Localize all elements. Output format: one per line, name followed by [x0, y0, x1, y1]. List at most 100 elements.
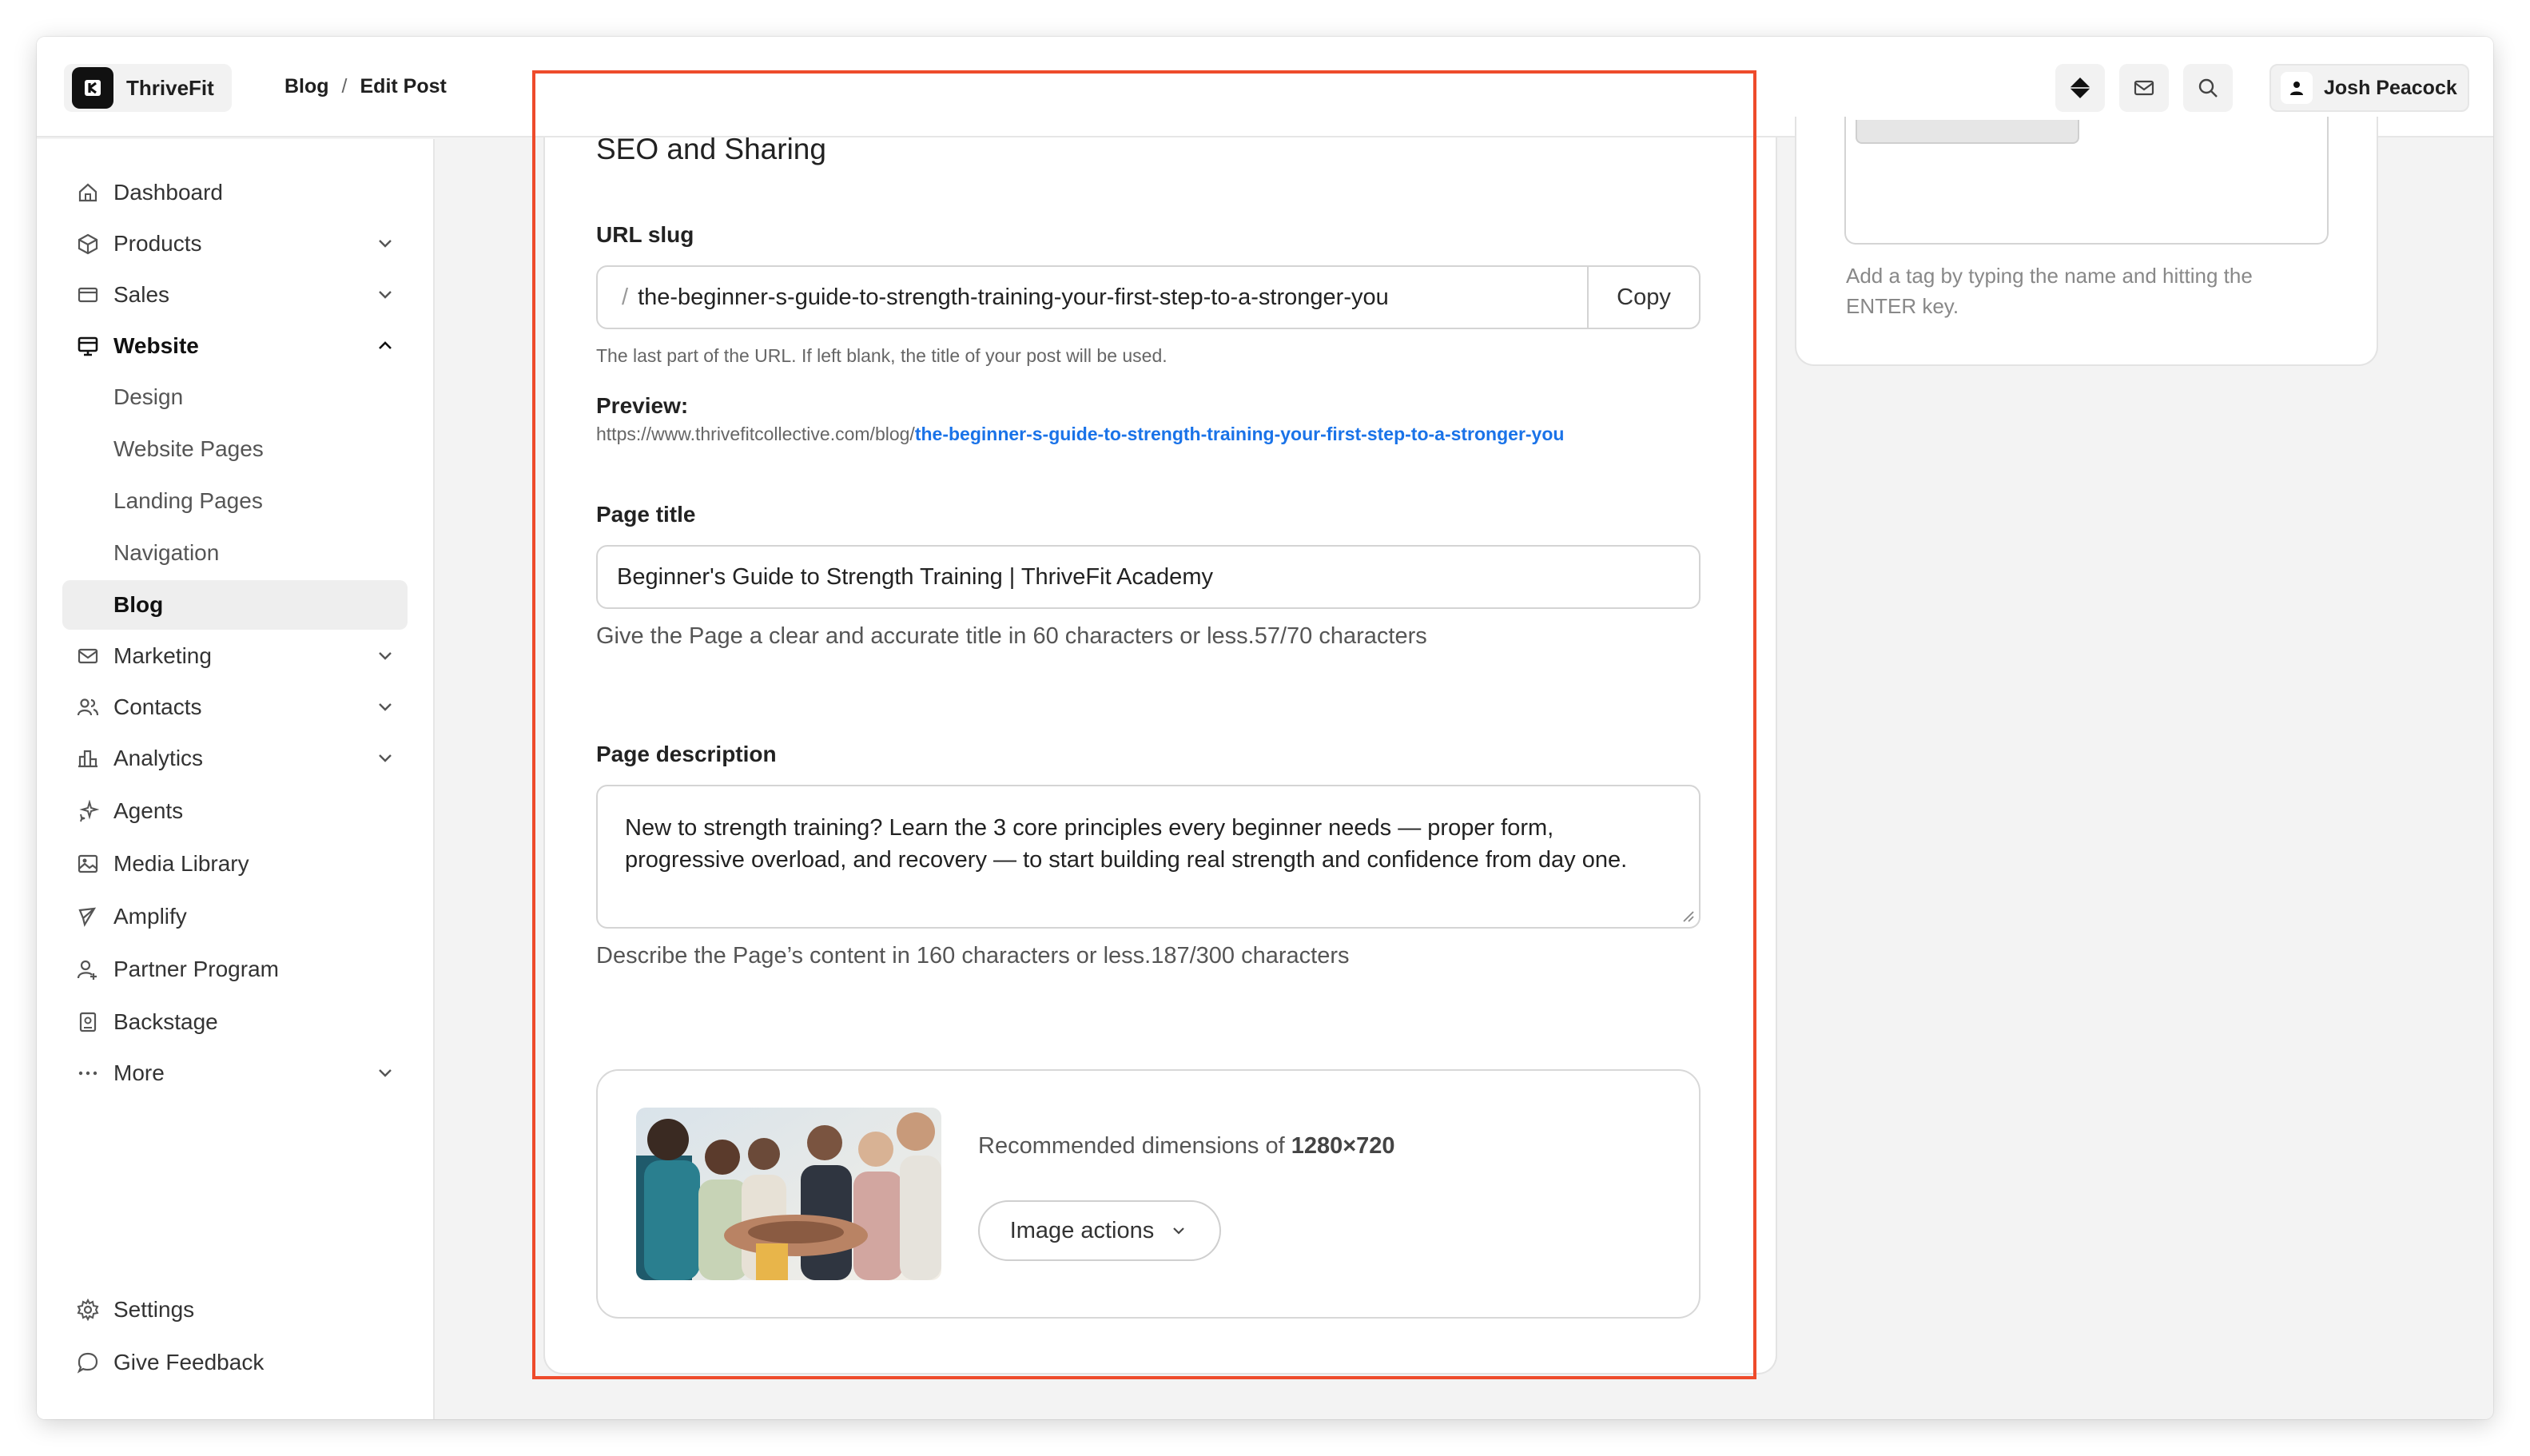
chevron-down-icon: [372, 746, 398, 777]
sidebar-item-label: Analytics: [113, 746, 204, 770]
page-title-label: Page title: [596, 502, 696, 527]
sidebar-item-marketing[interactable]: Marketing: [62, 631, 408, 681]
sidebar-item-sales[interactable]: Sales: [62, 270, 408, 320]
recommended-dimensions: Recommended dimensions of 1280×720: [978, 1133, 1395, 1160]
recommended-dimensions-value: 1280×720: [1291, 1133, 1395, 1159]
chat-icon: [75, 1350, 101, 1375]
card-icon: [75, 282, 101, 308]
sidebar-item-dashboard[interactable]: Dashboard: [62, 168, 408, 217]
sidebar-item-label: Dashboard: [113, 180, 223, 205]
image-actions-label: Image actions: [1009, 1217, 1155, 1243]
tags-help-text: Add a tag by typing the name and hitting…: [1846, 264, 2253, 318]
image-actions-button[interactable]: Image actions: [978, 1200, 1221, 1261]
section-title: SEO and Sharing: [596, 133, 826, 165]
sidebar-item-label: Backstage: [113, 1009, 218, 1034]
page-description-label: Page description: [596, 742, 777, 766]
sidebar-subitem-navigation[interactable]: Navigation: [62, 528, 408, 578]
chevron-down-icon: [372, 1060, 398, 1092]
sidebar-item-amplify[interactable]: Amplify: [62, 892, 408, 941]
breadcrumb: Blog / Edit Post: [284, 75, 447, 98]
url-slug-field: / the-beginner-s-guide-to-strength-train…: [596, 265, 1701, 329]
brand-name: ThriveFit: [126, 75, 214, 100]
chevron-down-icon: [372, 643, 398, 674]
upgrade-button[interactable]: [2055, 64, 2105, 112]
monitor-icon: [75, 333, 101, 359]
sidebar-item-partner-program[interactable]: Partner Program: [62, 945, 408, 994]
brand-switcher[interactable]: ThriveFit: [64, 64, 232, 112]
sidebar-item-give-feedback[interactable]: Give Feedback: [62, 1338, 408, 1387]
preview-url-base: https://www.thrivefitcollective.com/blog…: [596, 424, 915, 444]
chevron-down-icon: [1173, 1227, 1185, 1235]
resize-handle-icon[interactable]: [1680, 908, 1694, 922]
sidebar-item-analytics[interactable]: Analytics: [62, 734, 408, 783]
sidebar-subitem-design[interactable]: Design: [62, 372, 408, 422]
sidebar-item-website[interactable]: Website: [62, 321, 408, 371]
sidebar-item-label: Settings: [113, 1297, 195, 1322]
tag-chip[interactable]: [1856, 120, 2079, 144]
sidebar-item-contacts[interactable]: Contacts: [62, 682, 408, 732]
inbox-button[interactable]: [2119, 64, 2169, 112]
sidebar-item-more[interactable]: More: [62, 1048, 408, 1098]
partner-icon: [75, 957, 101, 982]
sidebar-item-label: Partner Program: [113, 957, 279, 981]
sidebar-item-media-library[interactable]: Media Library: [62, 839, 408, 889]
search-icon: [2198, 78, 2218, 97]
megaphone-icon: [75, 904, 101, 929]
copy-slug-button[interactable]: Copy: [1587, 267, 1699, 328]
social-image-card: Recommended dimensions of 1280×720 Image…: [596, 1069, 1701, 1319]
user-menu-button[interactable]: Josh Peacock: [2269, 64, 2469, 112]
chevron-up-icon: [372, 333, 398, 364]
sidebar-item-label: Media Library: [113, 851, 249, 876]
breadcrumb-blog[interactable]: Blog: [284, 75, 329, 98]
page-title-field[interactable]: Beginner's Guide to Strength Training | …: [596, 545, 1701, 609]
home-icon: [75, 180, 101, 205]
page-title-help: Give the Page a clear and accurate title…: [596, 623, 1427, 649]
sidebar-item-backstage[interactable]: Backstage: [62, 997, 408, 1047]
sidebar-item-products[interactable]: Products: [62, 219, 408, 269]
user-name: Josh Peacock: [2324, 76, 2457, 99]
sidebar-item-label: Products: [113, 231, 202, 256]
page-title-input[interactable]: Beginner's Guide to Strength Training | …: [617, 564, 1213, 591]
page-description-help: Describe the Page’s content in 160 chara…: [596, 943, 1350, 969]
chevron-down-icon: [372, 694, 398, 726]
sidebar-item-label: Amplify: [113, 904, 187, 929]
mail-icon: [75, 643, 101, 669]
chevron-down-icon: [372, 282, 398, 313]
sidebar-item-label: Give Feedback: [113, 1350, 265, 1374]
breadcrumb-separator: /: [341, 75, 348, 97]
dots-icon: [75, 1060, 101, 1086]
search-button[interactable]: [2183, 64, 2233, 112]
sidebar-item-label: Contacts: [113, 694, 202, 719]
sidebar-subitem-blog[interactable]: Blog: [62, 580, 408, 630]
recommended-dimensions-prefix: Recommended dimensions of: [978, 1133, 1285, 1159]
sidebar-item-label: Website: [113, 333, 199, 358]
sidebar-item-label: Sales: [113, 282, 170, 307]
url-slug-label: URL slug: [596, 222, 694, 247]
bar-chart-icon: [75, 746, 101, 771]
preview-url-slug-link[interactable]: the-beginner-s-guide-to-strength-trainin…: [915, 424, 1565, 444]
users-icon: [75, 694, 101, 720]
sidebar-item-label: Marketing: [113, 643, 212, 668]
app-window: ThriveFit Blog / Edit Post Josh Peacock …: [37, 37, 2493, 1419]
page-description-textarea[interactable]: New to strength training? Learn the 3 co…: [596, 785, 1701, 929]
sidebar-item-label: More: [113, 1060, 165, 1085]
image-icon: [75, 851, 101, 877]
diamond-icon: [2070, 78, 2090, 98]
gear-icon: [75, 1297, 101, 1323]
user-icon: [2281, 72, 2313, 104]
sidebar-subitem-website-pages[interactable]: Website Pages: [62, 424, 408, 474]
brand-logo-icon: [72, 67, 113, 109]
sidebar-item-agents[interactable]: Agents: [62, 786, 408, 836]
url-slug-input[interactable]: the-beginner-s-guide-to-strength-trainin…: [638, 284, 1587, 311]
chevron-down-icon: [372, 231, 398, 262]
sparkle-icon: [75, 798, 101, 824]
page-description-text: New to strength training? Learn the 3 co…: [625, 815, 1628, 873]
sidebar-item-settings[interactable]: Settings: [62, 1285, 408, 1335]
sidebar-item-label: Agents: [113, 798, 184, 823]
sidebar-subitem-landing-pages[interactable]: Landing Pages: [62, 476, 408, 526]
preview-url: https://www.thrivefitcollective.com/blog…: [596, 424, 1564, 445]
slug-help-text: The last part of the URL. If left blank,…: [596, 345, 1168, 366]
badge-icon: [75, 1009, 101, 1035]
sidebar: Dashboard Products Sales Website Design …: [37, 139, 435, 1419]
social-image-thumbnail[interactable]: [636, 1108, 941, 1280]
